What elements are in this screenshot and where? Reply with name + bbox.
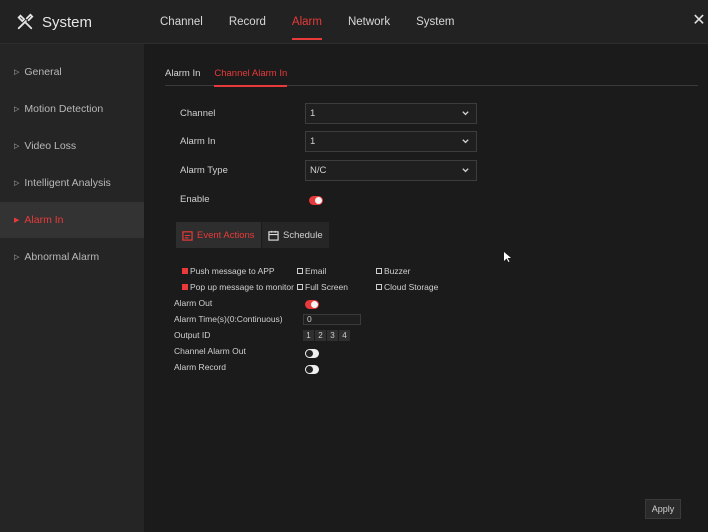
- sidebar: ▷ General ▷ Motion Detection ▷ Video Los…: [0, 44, 145, 532]
- sidebar-item-motion-detection[interactable]: ▷ Motion Detection: [0, 91, 144, 127]
- event-actions-tab[interactable]: Event Actions: [176, 222, 261, 248]
- buzzer-checkbox[interactable]: Buzzer: [376, 266, 410, 276]
- alarm-time-input[interactable]: 0: [303, 314, 361, 325]
- cloud-storage-label: Cloud Storage: [384, 282, 439, 292]
- alarm-type-value: N/C: [310, 165, 327, 176]
- calendar-icon: [268, 230, 279, 241]
- output-id-item[interactable]: 2: [315, 330, 326, 341]
- alarm-in-select[interactable]: 1: [305, 131, 477, 152]
- app-title: System: [0, 0, 145, 44]
- alarm-out-label: Alarm Out: [174, 298, 213, 308]
- triangle-right-icon: ▷: [14, 69, 20, 76]
- alarm-time-label: Alarm Time(s)(0:Continuous): [174, 314, 283, 324]
- enable-label: Enable: [180, 194, 210, 205]
- channel-value: 1: [310, 108, 316, 119]
- cloud-storage-checkbox[interactable]: Cloud Storage: [376, 282, 438, 292]
- full-screen-label: Full Screen: [305, 282, 348, 292]
- event-actions-icon: [182, 230, 193, 241]
- top-bar: System Channel Record Alarm Network Syst…: [0, 0, 708, 44]
- tab-network[interactable]: Network: [348, 0, 390, 44]
- main-tabs: Channel Record Alarm Network System: [160, 0, 480, 44]
- schedule-label: Schedule: [283, 229, 323, 241]
- push-app-label: Push message to APP: [190, 266, 275, 276]
- checkbox-box: [376, 268, 382, 274]
- sidebar-item-abnormal-alarm[interactable]: ▷ Abnormal Alarm: [0, 239, 144, 275]
- apply-button[interactable]: Apply: [645, 499, 681, 519]
- chevron-down-icon: [462, 139, 469, 144]
- subtab-alarm-in[interactable]: Alarm In: [165, 64, 200, 86]
- sidebar-item-video-loss[interactable]: ▷ Video Loss: [0, 128, 144, 164]
- push-app-checkbox[interactable]: Push message to APP: [182, 266, 275, 276]
- schedule-tab[interactable]: Schedule: [262, 222, 329, 248]
- tab-record[interactable]: Record: [229, 0, 266, 44]
- sidebar-item-label: Abnormal Alarm: [24, 251, 100, 263]
- sidebar-item-label: Intelligent Analysis: [24, 177, 111, 189]
- output-id-item[interactable]: 4: [339, 330, 350, 341]
- channel-alarm-out-label: Channel Alarm Out: [174, 346, 246, 356]
- sidebar-item-label: Alarm In: [24, 214, 64, 226]
- sidebar-item-label: Video Loss: [24, 140, 77, 152]
- buzzer-label: Buzzer: [384, 266, 411, 276]
- event-actions-label: Event Actions: [197, 229, 255, 241]
- tools-icon: [17, 13, 34, 30]
- checkbox-box: [182, 284, 188, 290]
- channel-select[interactable]: 1: [305, 103, 477, 124]
- subtab-channel-alarm-in[interactable]: Channel Alarm In: [214, 64, 287, 87]
- email-checkbox[interactable]: Email: [297, 266, 326, 276]
- app-title-text: System: [42, 13, 93, 31]
- channel-label: Channel: [180, 108, 216, 119]
- popup-monitor-checkbox[interactable]: Pop up message to monitor: [182, 282, 294, 292]
- alarm-in-label: Alarm In: [180, 136, 216, 147]
- chevron-down-icon: [462, 111, 469, 116]
- triangle-right-icon: ▷: [14, 254, 20, 261]
- alarm-out-toggle[interactable]: [305, 300, 319, 309]
- alarm-type-label: Alarm Type: [180, 165, 228, 176]
- output-id-item[interactable]: 1: [303, 330, 314, 341]
- checkbox-box: [182, 268, 188, 274]
- triangle-right-icon: ▶: [14, 217, 20, 224]
- enable-toggle[interactable]: [309, 196, 323, 205]
- mouse-cursor-icon: [504, 252, 511, 262]
- content-panel: Alarm In Channel Alarm In Channel 1 Alar…: [145, 44, 708, 532]
- sidebar-item-label: Motion Detection: [24, 103, 104, 115]
- sub-tabs: Alarm In Channel Alarm In: [165, 64, 698, 87]
- triangle-right-icon: ▷: [14, 143, 20, 150]
- chevron-down-icon: [462, 168, 469, 173]
- output-id-label: Output ID: [174, 330, 211, 340]
- sidebar-item-label: General: [24, 66, 62, 78]
- tab-system[interactable]: System: [416, 0, 454, 44]
- sidebar-item-alarm-in[interactable]: ▶ Alarm In: [0, 202, 144, 238]
- tab-alarm[interactable]: Alarm: [291, 0, 322, 44]
- tab-channel[interactable]: Channel: [160, 0, 203, 44]
- sidebar-item-intelligent-analysis[interactable]: ▷ Intelligent Analysis: [0, 165, 144, 201]
- alarm-in-value: 1: [310, 136, 316, 147]
- checkbox-box: [376, 284, 382, 290]
- sidebar-item-general[interactable]: ▷ General: [0, 54, 144, 90]
- alarm-record-toggle[interactable]: [305, 365, 319, 374]
- checkbox-box: [297, 268, 303, 274]
- alarm-record-label: Alarm Record: [174, 362, 226, 372]
- output-id-item[interactable]: 3: [327, 330, 338, 341]
- checkbox-box: [297, 284, 303, 290]
- triangle-right-icon: ▷: [14, 180, 20, 187]
- triangle-right-icon: ▷: [14, 106, 20, 113]
- full-screen-checkbox[interactable]: Full Screen: [297, 282, 348, 292]
- popup-monitor-label: Pop up message to monitor: [190, 282, 294, 292]
- alarm-type-select[interactable]: N/C: [305, 160, 477, 181]
- email-label: Email: [305, 266, 327, 276]
- channel-alarm-out-toggle[interactable]: [305, 349, 319, 358]
- close-icon[interactable]: ✕: [692, 12, 706, 30]
- output-id-list: 1 2 3 4: [303, 330, 351, 341]
